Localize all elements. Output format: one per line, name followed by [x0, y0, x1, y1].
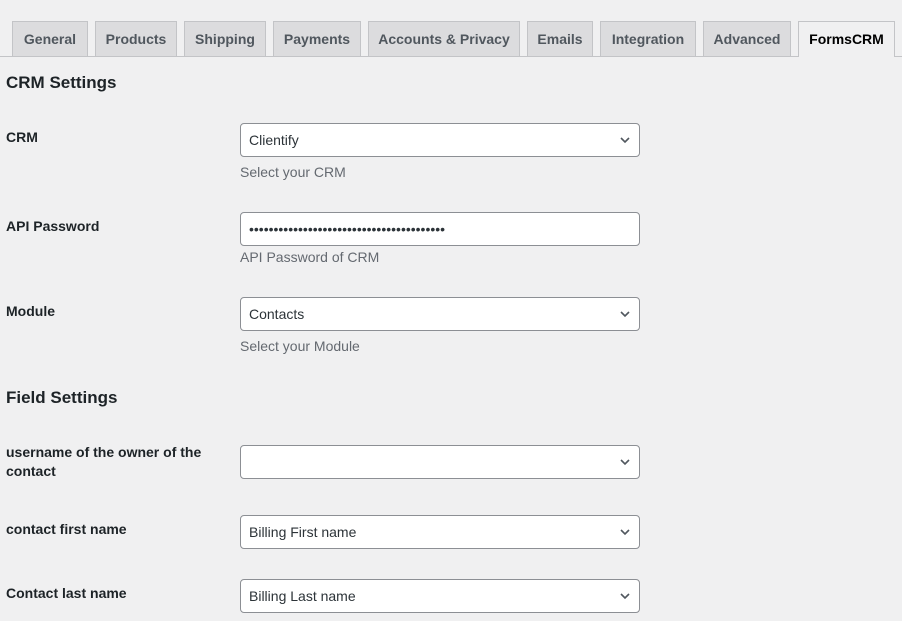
- crm-label: CRM: [6, 129, 38, 145]
- module-select[interactable]: Contacts: [240, 297, 640, 331]
- field-settings-title: Field Settings: [6, 388, 118, 407]
- tab-formscrm[interactable]: FormsCRM: [798, 21, 895, 57]
- tab-accounts-privacy[interactable]: Accounts & Privacy: [368, 21, 520, 56]
- tab-products[interactable]: Products: [95, 21, 177, 56]
- api-password-description: API Password of CRM: [240, 249, 380, 265]
- chevron-down-icon: [620, 137, 630, 144]
- module-label: Module: [6, 303, 55, 319]
- tab-integration[interactable]: Integration: [600, 21, 696, 56]
- contact-first-name-select[interactable]: Billing First name: [240, 515, 640, 549]
- tab-emails[interactable]: Emails: [527, 21, 593, 56]
- tab-payments[interactable]: Payments: [273, 21, 361, 56]
- contact-last-name-label: Contact last name: [6, 585, 127, 601]
- contact-first-name-label: contact first name: [6, 521, 127, 537]
- owner-username-select[interactable]: [240, 445, 640, 479]
- api-password-input[interactable]: ••••••••••••••••••••••••••••••••••••••••: [240, 212, 640, 246]
- crm-description: Select your CRM: [240, 164, 346, 180]
- crm-select[interactable]: Clientify: [240, 123, 640, 157]
- api-password-label: API Password: [6, 218, 100, 234]
- contact-first-name-select-value: Billing First name: [249, 524, 357, 540]
- contact-last-name-select-value: Billing Last name: [249, 588, 356, 604]
- module-description: Select your Module: [240, 338, 360, 354]
- crm-settings-title: CRM Settings: [6, 73, 117, 92]
- chevron-down-icon: [620, 459, 630, 466]
- settings-tabs: General Products Shipping Payments Accou…: [0, 0, 902, 57]
- module-select-value: Contacts: [249, 306, 305, 322]
- api-password-value: ••••••••••••••••••••••••••••••••••••••••: [249, 221, 446, 237]
- contact-last-name-select[interactable]: Billing Last name: [240, 579, 640, 613]
- owner-username-label: username of the owner of the contact: [6, 444, 202, 479]
- chevron-down-icon: [620, 529, 630, 536]
- tab-shipping[interactable]: Shipping: [184, 21, 266, 56]
- tab-general[interactable]: General: [12, 21, 88, 56]
- crm-select-value: Clientify: [249, 132, 299, 148]
- tab-advanced[interactable]: Advanced: [703, 21, 791, 56]
- chevron-down-icon: [620, 311, 630, 318]
- chevron-down-icon: [620, 593, 630, 600]
